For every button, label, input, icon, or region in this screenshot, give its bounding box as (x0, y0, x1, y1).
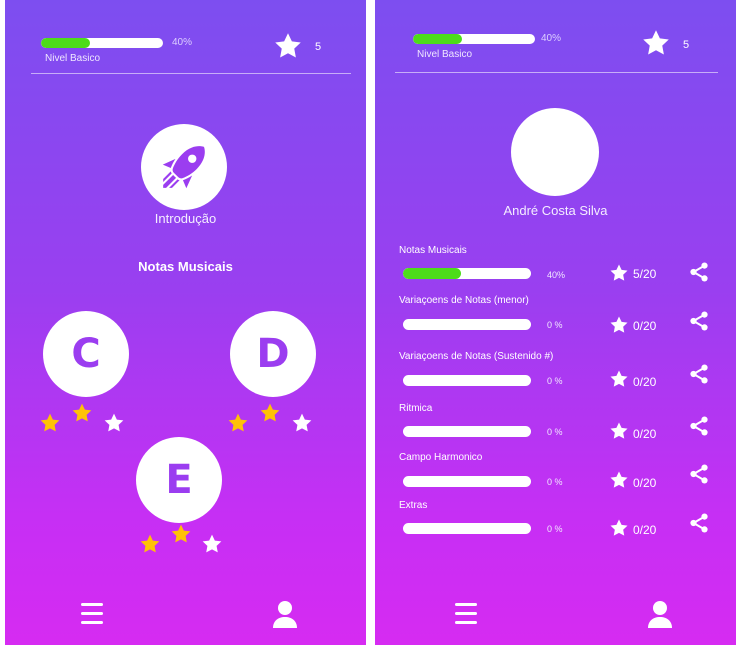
star-icon (610, 422, 628, 439)
star-icon (40, 413, 60, 432)
hamburger-menu-icon[interactable] (455, 603, 477, 625)
stat-label: Variaçoens de Notas (Sustenido #) (399, 351, 554, 362)
stat-score: 0/20 (633, 523, 657, 537)
star-icon (643, 30, 669, 55)
note-e-button[interactable]: E (136, 437, 222, 523)
stat-progress-fill (403, 268, 461, 279)
intro-button[interactable] (141, 124, 227, 210)
header-divider (31, 73, 351, 74)
hamburger-menu-icon[interactable] (81, 603, 103, 625)
stat-percent: 0 % (547, 376, 563, 386)
star-icon (610, 370, 628, 387)
level-progress-bar (41, 38, 163, 48)
star-count: 5 (315, 41, 322, 53)
stat-label: Ritmica (399, 403, 433, 414)
share-icon[interactable] (688, 310, 710, 332)
star-icon (610, 519, 628, 536)
level-label: Nivel Basico (417, 49, 473, 60)
stat-progress-bar (403, 476, 531, 487)
stat-score: 5/20 (633, 267, 657, 281)
share-icon[interactable] (688, 463, 710, 485)
star-icon (292, 413, 312, 432)
section-title: Notas Musicais (138, 259, 233, 274)
avatar[interactable] (511, 108, 599, 196)
star-icon (275, 33, 301, 58)
star-icon (228, 413, 248, 432)
note-d-button[interactable]: D (230, 311, 316, 397)
star-icon (104, 413, 124, 432)
header-divider (395, 72, 718, 73)
note-letter: E (165, 457, 193, 503)
rocket-icon (162, 146, 205, 189)
lessons-screen: 40% Nivel Basico 5 Introdução Notas Musi… (5, 0, 366, 645)
user-icon[interactable] (272, 600, 298, 628)
stat-score: 0/20 (633, 319, 657, 333)
note-letter: D (256, 331, 290, 377)
note-c-button[interactable]: C (43, 311, 129, 397)
stat-progress-bar (403, 375, 531, 386)
stat-progress-bar (403, 426, 531, 437)
star-icon (72, 403, 92, 422)
share-icon[interactable] (688, 261, 710, 283)
star-icon (171, 524, 191, 543)
profile-name: André Costa Silva (503, 203, 608, 218)
stat-score: 0/20 (633, 427, 657, 441)
share-icon[interactable] (688, 512, 710, 534)
stat-label: Extras (399, 500, 428, 511)
star-icon (202, 534, 222, 553)
stat-percent: 0 % (547, 524, 563, 534)
stat-percent: 0 % (547, 427, 563, 437)
level-progress-fill (413, 34, 462, 44)
note-letter: C (71, 331, 101, 377)
stat-progress-bar (403, 523, 531, 534)
stat-score: 0/20 (633, 375, 657, 389)
stat-progress-bar (403, 268, 531, 279)
intro-label: Introdução (154, 211, 217, 226)
stat-score: 0/20 (633, 476, 657, 490)
stat-progress-bar (403, 319, 531, 330)
share-icon[interactable] (688, 363, 710, 385)
stat-percent: 40% (547, 270, 566, 280)
stat-label: Variaçoens de Notas (menor) (399, 295, 529, 306)
star-icon (140, 534, 160, 553)
user-icon[interactable] (647, 600, 673, 628)
stat-percent: 0 % (547, 477, 563, 487)
profile-screen: 40% Nivel Basico 5 André Costa Silva Not… (375, 0, 736, 645)
star-icon (610, 264, 628, 281)
level-progress-fill (41, 38, 90, 48)
star-icon (610, 471, 628, 488)
stat-percent: 0 % (547, 320, 563, 330)
stat-label: Notas Musicais (399, 245, 467, 256)
level-progress-bar (413, 34, 535, 44)
level-label: Nivel Basico (45, 53, 101, 64)
share-icon[interactable] (688, 415, 710, 437)
star-count: 5 (683, 39, 690, 51)
level-percent: 40% (541, 33, 562, 44)
level-percent: 40% (172, 37, 193, 48)
stat-label: Campo Harmonico (399, 452, 483, 463)
star-icon (610, 316, 628, 333)
star-icon (260, 403, 280, 422)
